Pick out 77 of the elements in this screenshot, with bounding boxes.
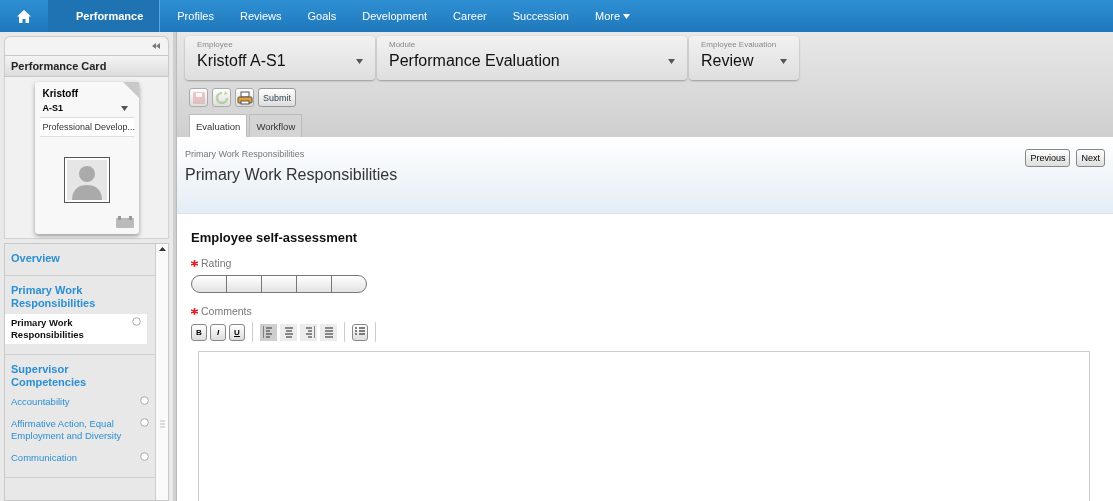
circle-icon bbox=[140, 452, 149, 461]
nav-tab[interactable]: Profiles bbox=[164, 0, 227, 32]
avatar-icon bbox=[63, 157, 110, 203]
nav-item[interactable]: Affirmative Action, Equal Employment and Diversity bbox=[5, 415, 155, 445]
align-left-button[interactable] bbox=[260, 323, 277, 341]
more-menu[interactable]: More bbox=[582, 0, 644, 32]
format-button[interactable]: U bbox=[229, 323, 245, 341]
rating-option[interactable] bbox=[191, 275, 227, 293]
comments-field[interactable] bbox=[198, 351, 1090, 501]
nav-tab[interactable]: Succession bbox=[499, 0, 582, 32]
section-title: Primary Work Responsibilities bbox=[185, 166, 398, 184]
selector-value: Performance Evaluation bbox=[389, 52, 560, 70]
align-center-button[interactable] bbox=[280, 323, 297, 341]
save-icon bbox=[190, 89, 207, 106]
plan-name: Professional Develop... bbox=[39, 117, 134, 137]
tab[interactable]: Evaluation bbox=[189, 114, 248, 137]
employee-name: Kristoff bbox=[42, 88, 80, 99]
format-button[interactable]: I bbox=[210, 323, 226, 341]
nav-tab[interactable]: Reviews bbox=[226, 0, 295, 32]
rating-option[interactable] bbox=[226, 275, 262, 293]
refresh-icon bbox=[213, 89, 230, 106]
tab[interactable]: Workflow bbox=[249, 114, 303, 137]
section-link[interactable]: Overview bbox=[11, 252, 121, 265]
nav-item[interactable]: Communication bbox=[5, 449, 155, 467]
grip-icon[interactable] bbox=[159, 420, 165, 430]
selector-dropdown[interactable]: Module Performance Evaluation bbox=[377, 36, 687, 80]
scrollbar[interactable] bbox=[155, 244, 168, 500]
form-heading: Employee self-assessment bbox=[191, 230, 359, 245]
collapse-icon[interactable] bbox=[152, 43, 160, 49]
caret-icon bbox=[780, 58, 787, 64]
rating-option[interactable] bbox=[261, 275, 297, 293]
selector-dropdown[interactable]: Employee Evaluation Review bbox=[689, 36, 799, 80]
list-icon bbox=[355, 326, 365, 336]
employee-id: A-S1 bbox=[42, 103, 63, 113]
nav-item[interactable]: Primary Work Responsibilities bbox=[5, 314, 147, 344]
card-icon bbox=[115, 216, 134, 228]
scroll-up-icon[interactable] bbox=[158, 244, 166, 254]
home-icon[interactable] bbox=[17, 9, 31, 23]
nav-tab[interactable]: Goals bbox=[294, 0, 350, 32]
section-link[interactable]: Supervisor Competencies bbox=[11, 363, 121, 389]
circle-icon bbox=[132, 317, 141, 326]
selector-label: Employee Evaluation bbox=[701, 40, 778, 49]
list-button[interactable] bbox=[352, 323, 368, 341]
print-button[interactable] bbox=[235, 88, 254, 107]
dropdown-icon bbox=[120, 105, 128, 111]
field-label: Rating bbox=[201, 257, 232, 269]
circle-icon bbox=[140, 418, 149, 427]
print-icon bbox=[236, 89, 253, 106]
nav-button[interactable]: Next bbox=[1076, 149, 1105, 167]
nav-tab[interactable]: Career bbox=[440, 0, 500, 32]
breadcrumb: Primary Work Responsibilities bbox=[185, 149, 306, 159]
rating-option[interactable] bbox=[331, 275, 367, 293]
format-button[interactable]: B bbox=[191, 323, 207, 341]
caret-icon bbox=[668, 58, 675, 64]
nav-tab[interactable]: Development bbox=[349, 0, 441, 32]
selector-label: Employee bbox=[197, 40, 234, 49]
rating-option[interactable] bbox=[296, 275, 332, 293]
submit-button[interactable]: Submit bbox=[258, 88, 296, 107]
nav-tab[interactable]: Performance bbox=[48, 0, 161, 32]
page-fold-icon bbox=[122, 82, 139, 98]
nav-item[interactable]: Accountability bbox=[5, 393, 155, 411]
panel-title: Performance Card bbox=[4, 55, 169, 77]
caret-icon bbox=[356, 58, 363, 64]
selector-value: Kristoff A-S1 bbox=[197, 52, 286, 70]
field-label: Comments bbox=[201, 305, 252, 317]
circle-icon bbox=[140, 396, 149, 405]
align-left-icon bbox=[262, 326, 275, 338]
align-center-icon bbox=[282, 326, 295, 338]
selector-label: Module bbox=[389, 40, 417, 49]
selector-dropdown[interactable]: Employee Kristoff A-S1 bbox=[185, 36, 375, 80]
section-link[interactable]: Primary Work Responsibilities bbox=[11, 284, 121, 310]
selector-value: Review bbox=[701, 52, 754, 70]
align-justify-icon bbox=[322, 326, 335, 338]
caret-icon bbox=[623, 13, 631, 19]
align-right-button[interactable] bbox=[300, 323, 317, 341]
align-justify-button[interactable] bbox=[320, 323, 337, 341]
nav-button[interactable]: Previous bbox=[1025, 149, 1071, 167]
